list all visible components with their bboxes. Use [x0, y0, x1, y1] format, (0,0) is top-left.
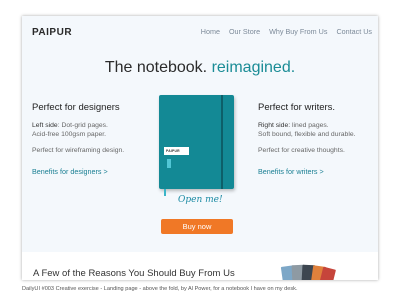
designers-column: Perfect for designers Left side: Dot-gri…: [32, 102, 150, 176]
headline-accent: reimagined.: [211, 59, 296, 76]
writers-title: Perfect for writers.: [258, 102, 336, 113]
nav-item-contact[interactable]: Contact Us: [336, 27, 372, 36]
bookmark-ribbon: [164, 189, 166, 196]
nav-item-our-store[interactable]: Our Store: [229, 27, 260, 36]
notebook-image[interactable]: PAIPUR: [159, 95, 234, 189]
shot-caption: DailyUI #003 Creative exercise - Landing…: [22, 286, 298, 292]
buy-now-button[interactable]: Buy now: [161, 219, 233, 234]
reasons-title: A Few of the Reasons You Should Buy From…: [33, 268, 235, 279]
writers-line-1-label: Right side:: [258, 122, 291, 129]
nav-menu: Home Our Store Why Buy From Us Contact U…: [201, 27, 372, 36]
designers-title: Perfect for designers: [32, 102, 120, 113]
writers-column: Perfect for writers. Right side: lined p…: [258, 102, 376, 176]
headline-main: The notebook.: [104, 59, 208, 76]
notebook-swatches-image: [278, 264, 338, 280]
designers-line-3: Perfect for wireframing design.: [32, 147, 125, 154]
designers-line-1: Left side: Dot-grid pages.: [32, 121, 150, 130]
writers-line-2: Soft bound, flexible and durable.: [258, 131, 356, 138]
writers-line-3: Perfect for creative thoughts.: [258, 147, 345, 154]
designers-line-2: Acid-free 100gsm paper.: [32, 131, 107, 138]
notebook-label: PAIPUR: [164, 147, 189, 155]
elastic-band: [221, 95, 223, 189]
brand-logo[interactable]: PAIPUR: [32, 27, 72, 38]
top-nav: PAIPUR Home Our Store Why Buy From Us Co…: [22, 16, 378, 50]
designers-line-1-text: : Dot-grid pages.: [57, 122, 108, 129]
hero-headline: The notebook. reimagined.: [22, 59, 378, 77]
designers-line-1-label: Left side: [32, 122, 58, 129]
open-me-handwritten: Open me!: [178, 195, 223, 205]
landing-page: PAIPUR Home Our Store Why Buy From Us Co…: [22, 16, 378, 280]
notebook-tab: [167, 159, 171, 168]
writers-benefits-link[interactable]: Benefits for writers >: [258, 167, 376, 176]
writers-line-1-text: lined pages.: [290, 122, 329, 129]
nav-item-home[interactable]: Home: [201, 27, 220, 36]
designers-benefits-link[interactable]: Benefits for designers >: [32, 167, 150, 176]
nav-item-why-buy[interactable]: Why Buy From Us: [269, 27, 327, 36]
notebook-brand: PAIPUR: [166, 148, 180, 153]
writers-line-1: Right side: lined pages.: [258, 121, 376, 130]
